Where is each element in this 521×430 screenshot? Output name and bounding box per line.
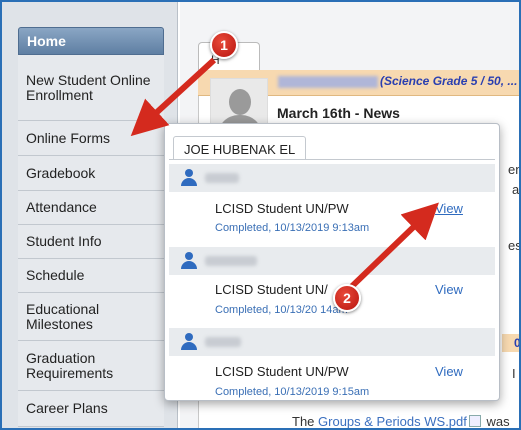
annotation-arrows: [130, 57, 439, 295]
arrow-to-view-link: [343, 202, 439, 295]
arrow-to-online-forms: [130, 57, 217, 137]
callout-badge-2: 2: [333, 284, 361, 312]
callout-badge-1: 1: [210, 31, 238, 59]
app-window: H (Science Grade 5 / 50, ... March 16th …: [0, 0, 521, 430]
